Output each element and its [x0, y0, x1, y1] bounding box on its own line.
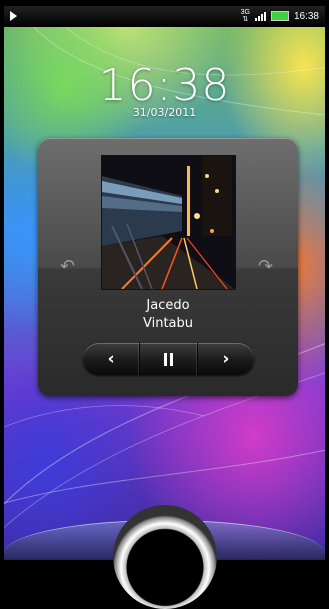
previous-track-curl-icon[interactable]: ↶ — [60, 258, 78, 276]
unlock-ring-icon[interactable] — [113, 505, 217, 609]
battery-icon — [270, 11, 289, 21]
network-3g-icon: 3G ⇅ — [240, 9, 250, 23]
status-bar: 3G ⇅ 16:38 — [4, 6, 325, 27]
chevron-right-icon: › — [222, 349, 230, 369]
track-artist: Vintabu — [142, 316, 193, 331]
album-art-image — [102, 156, 235, 289]
status-time: 16:38 — [293, 10, 319, 22]
track-title: Jacedo — [146, 298, 190, 313]
previous-button[interactable]: ‹ — [83, 343, 139, 375]
pause-icon — [163, 352, 173, 366]
network-type-label: 3G — [240, 9, 250, 16]
next-track-curl-icon[interactable]: ↷ — [258, 258, 276, 276]
next-button[interactable]: › — [196, 343, 254, 375]
lockscreen-clock: 16:38 — [98, 60, 231, 111]
playback-controls: ‹ › — [83, 343, 254, 375]
pause-button[interactable] — [139, 343, 196, 375]
play-icon — [10, 11, 17, 21]
album-art[interactable] — [101, 155, 236, 290]
chevron-left-icon: ‹ — [107, 349, 115, 369]
lockscreen-date: 31/03/2011 — [132, 106, 197, 119]
signal-icon — [254, 11, 266, 21]
music-widget: ↶ ↷ Jacedo Vintabu ‹ › — [38, 138, 298, 396]
